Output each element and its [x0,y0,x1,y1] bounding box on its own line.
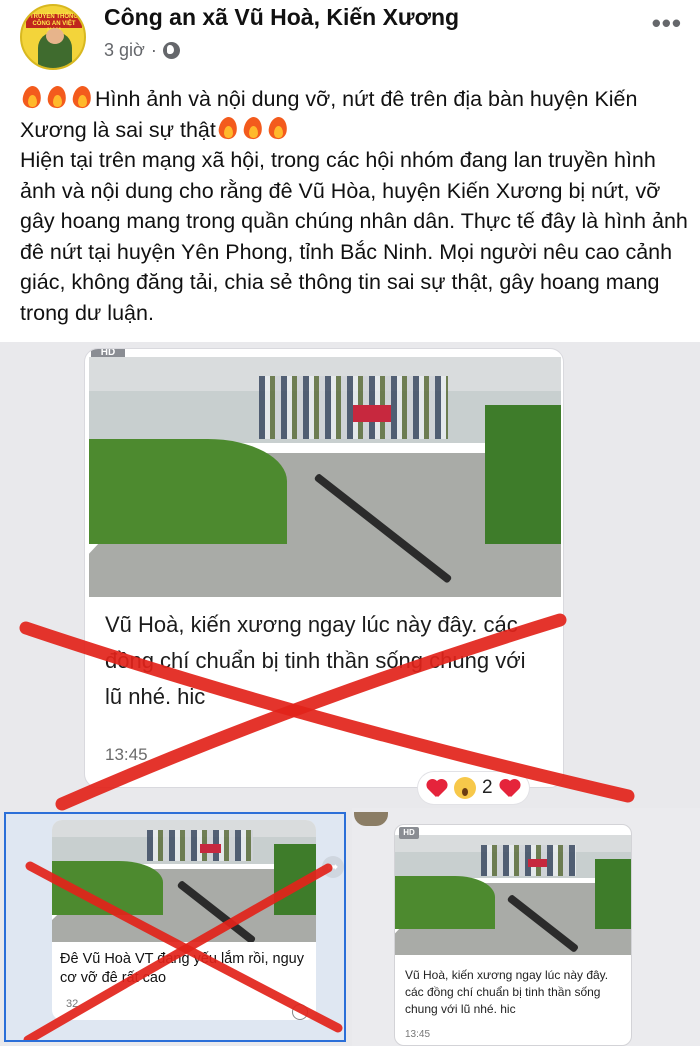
dike-crack-photo [395,835,631,955]
fire-icon [45,84,69,110]
fire-icon [20,84,44,110]
more-icon[interactable]: ••• [652,8,682,39]
right-message-card: HD Vũ Hoà, kiến xương ngay lúc này đây. … [394,824,632,1046]
dike-crack-photo [52,820,316,942]
author-name[interactable]: Công an xã Vũ Hoà, Kiến Xương [104,4,459,31]
heart-icon [499,778,521,798]
main-message-card: HD Vũ Hoà, kiến xương ngay lúc này đây. … [84,348,564,788]
left-screenshot[interactable]: Đê Vũ Hoà VT đang yếu lắm rồi, nguy cơ v… [4,812,346,1042]
post-meta: 3 giờ · [104,40,180,61]
avatar[interactable]: TRUYỀN THỐNG CÔNG AN VIỆT NAM [20,4,86,70]
fire-icon [216,115,240,141]
right-screenshot[interactable]: HD Vũ Hoà, kiến xương ngay lúc này đây. … [352,808,700,1046]
left-message-time: 32 [66,998,79,1010]
post-headline-line: Hình ảnh và nội dung vỡ, nứt đê trên địa… [20,84,688,145]
message-time: 13:45 [105,745,148,764]
right-message-text: Vũ Hoà, kiến xương ngay lúc này đây. các… [405,968,609,1016]
globe-icon[interactable] [162,42,180,59]
share-icon[interactable]: ➦ [322,856,344,878]
fire-icon [70,84,94,110]
meta-separator: · [150,40,157,60]
reaction-count: 2 [482,777,493,798]
right-message-time: 13:45 [405,1029,431,1040]
message-text: Vũ Hoà, kiến xương ngay lúc này đây. các… [105,612,526,709]
wow-icon [454,777,476,799]
post-header: TRUYỀN THỐNG CÔNG AN VIỆT NAM Công an xã… [0,0,700,76]
avatar-face [46,28,64,44]
heart-icon [426,778,448,798]
post-time[interactable]: 3 giờ [104,40,145,61]
post-body: Hiện tại trên mạng xã hội, trong các hội… [20,148,688,325]
left-message-text: Đê Vũ Hoà VT đang yếu lắm rồi, nguy cơ v… [60,951,304,986]
reaction-bar[interactable]: 2 [418,772,529,804]
post-headline: Hình ảnh và nội dung vỡ, nứt đê trên địa… [20,87,638,142]
fire-icon [266,115,290,141]
avatar-banner: TRUYỀN THỐNG CÔNG AN VIỆT NAM [26,14,82,34]
avatar [354,812,388,826]
left-message-card: Đê Vũ Hoà VT đang yếu lắm rồi, nguy cơ v… [52,820,316,1020]
dike-crack-photo [89,357,561,597]
hd-badge: HD [399,827,419,839]
fire-icon [241,115,265,141]
heart-outline-icon[interactable] [292,1004,308,1020]
post-text: Hình ảnh và nội dung vỡ, nứt đê trên địa… [20,84,688,328]
